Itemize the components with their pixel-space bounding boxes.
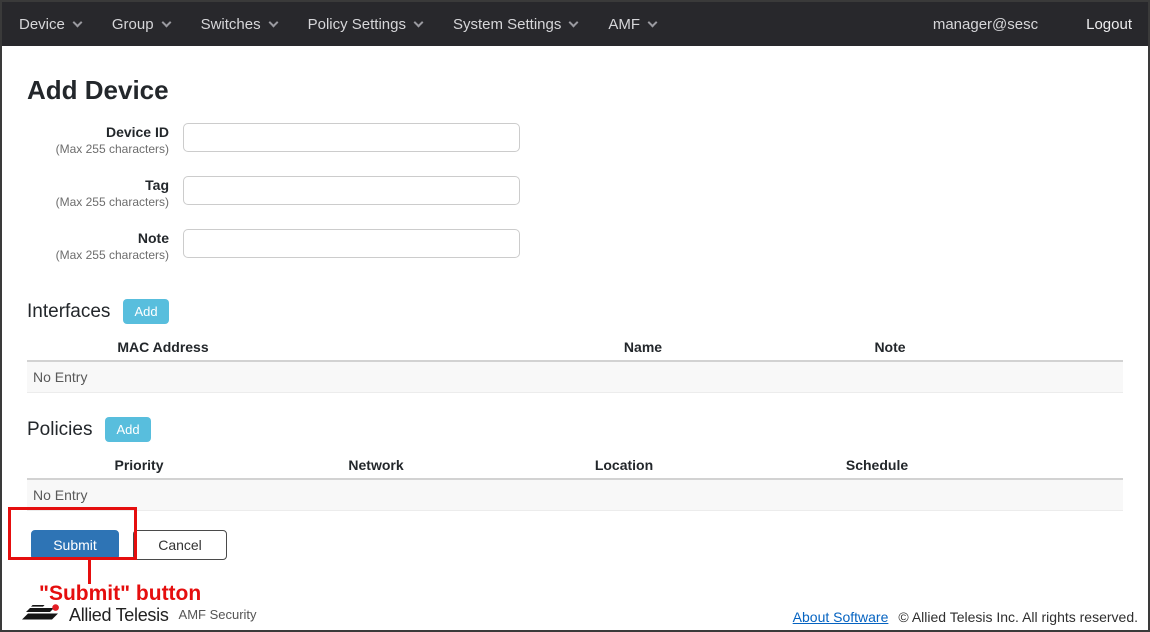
user-account[interactable]: manager@sesc bbox=[933, 16, 1038, 33]
cancel-button[interactable]: Cancel bbox=[133, 530, 227, 560]
about-software-link[interactable]: About Software bbox=[793, 609, 889, 625]
allied-telesis-logo-icon bbox=[22, 604, 62, 626]
nav-item-device[interactable]: Device bbox=[19, 16, 81, 33]
note-input[interactable] bbox=[183, 229, 520, 258]
column-header-schedule: Schedule bbox=[846, 457, 908, 473]
app-window: Device Group Switches Policy Settings Sy… bbox=[0, 0, 1150, 632]
legal-area: About Software © Allied Telesis Inc. All… bbox=[793, 609, 1138, 626]
interfaces-table-header: MAC Address Name Note bbox=[27, 336, 1123, 362]
interfaces-add-button[interactable]: Add bbox=[123, 299, 168, 324]
policies-empty-row: No Entry bbox=[27, 480, 1123, 511]
tag-input[interactable] bbox=[183, 176, 520, 205]
interfaces-empty-text: No Entry bbox=[33, 369, 87, 385]
page-title: Add Device bbox=[27, 75, 1123, 105]
brand-area: Allied Telesis AMF Security bbox=[22, 604, 257, 626]
column-header-priority: Priority bbox=[114, 457, 163, 473]
chevron-down-icon bbox=[569, 17, 579, 27]
interfaces-section-header: Interfaces Add bbox=[27, 299, 1123, 324]
nav-item-switches[interactable]: Switches bbox=[201, 16, 277, 33]
policies-add-button[interactable]: Add bbox=[105, 417, 150, 442]
nav-item-label: System Settings bbox=[453, 16, 561, 33]
form-row-note: Note (Max 255 characters) bbox=[27, 229, 1123, 263]
annotation-pointer-line bbox=[88, 560, 91, 584]
copyright-text: © Allied Telesis Inc. All rights reserve… bbox=[898, 609, 1138, 625]
submit-button[interactable]: Submit bbox=[31, 530, 119, 560]
brand-name: Allied Telesis bbox=[69, 605, 169, 626]
nav-item-amf[interactable]: AMF bbox=[608, 16, 656, 33]
chevron-down-icon bbox=[648, 17, 658, 27]
main-content: Add Device Device ID (Max 255 characters… bbox=[2, 46, 1148, 560]
nav-item-label: AMF bbox=[608, 16, 640, 33]
interfaces-empty-row: No Entry bbox=[27, 362, 1123, 393]
note-label-group: Note (Max 255 characters) bbox=[27, 229, 169, 263]
device-id-label-group: Device ID (Max 255 characters) bbox=[27, 123, 169, 157]
form-row-device-id: Device ID (Max 255 characters) bbox=[27, 123, 1123, 157]
column-header-location: Location bbox=[595, 457, 653, 473]
nav-item-label: Switches bbox=[201, 16, 261, 33]
form-actions: Submit Cancel bbox=[27, 530, 1123, 560]
nav-right: manager@sesc Logout bbox=[933, 16, 1132, 33]
nav-item-label: Group bbox=[112, 16, 154, 33]
chevron-down-icon bbox=[161, 17, 171, 27]
note-label: Note bbox=[27, 230, 169, 247]
policies-section-header: Policies Add bbox=[27, 417, 1123, 442]
nav-menu: Device Group Switches Policy Settings Sy… bbox=[19, 16, 656, 33]
product-name: AMF Security bbox=[179, 607, 257, 623]
interfaces-title: Interfaces bbox=[27, 301, 110, 323]
nav-item-label: Policy Settings bbox=[308, 16, 406, 33]
nav-item-policy-settings[interactable]: Policy Settings bbox=[308, 16, 422, 33]
column-header-network: Network bbox=[348, 457, 403, 473]
policies-title: Policies bbox=[27, 419, 92, 441]
annotation-label: "Submit" button bbox=[39, 582, 201, 606]
tag-label: Tag bbox=[27, 177, 169, 194]
page-footer: Allied Telesis AMF Security About Softwa… bbox=[2, 604, 1148, 628]
nav-item-label: Device bbox=[19, 16, 65, 33]
form-row-tag: Tag (Max 255 characters) bbox=[27, 176, 1123, 210]
device-id-label: Device ID bbox=[27, 124, 169, 141]
column-header-mac-address: MAC Address bbox=[117, 339, 208, 355]
policies-empty-text: No Entry bbox=[33, 487, 87, 503]
chevron-down-icon bbox=[72, 17, 82, 27]
nav-item-group[interactable]: Group bbox=[112, 16, 170, 33]
column-header-name: Name bbox=[624, 339, 662, 355]
device-id-input[interactable] bbox=[183, 123, 520, 152]
tag-hint: (Max 255 characters) bbox=[27, 195, 169, 210]
nav-item-system-settings[interactable]: System Settings bbox=[453, 16, 577, 33]
chevron-down-icon bbox=[414, 17, 424, 27]
chevron-down-icon bbox=[268, 17, 278, 27]
device-id-hint: (Max 255 characters) bbox=[27, 142, 169, 157]
policies-table-header: Priority Network Location Schedule bbox=[27, 454, 1123, 480]
column-header-note: Note bbox=[874, 339, 905, 355]
top-navbar: Device Group Switches Policy Settings Sy… bbox=[2, 2, 1148, 46]
note-hint: (Max 255 characters) bbox=[27, 248, 169, 263]
logout-link[interactable]: Logout bbox=[1086, 16, 1132, 33]
tag-label-group: Tag (Max 255 characters) bbox=[27, 176, 169, 210]
